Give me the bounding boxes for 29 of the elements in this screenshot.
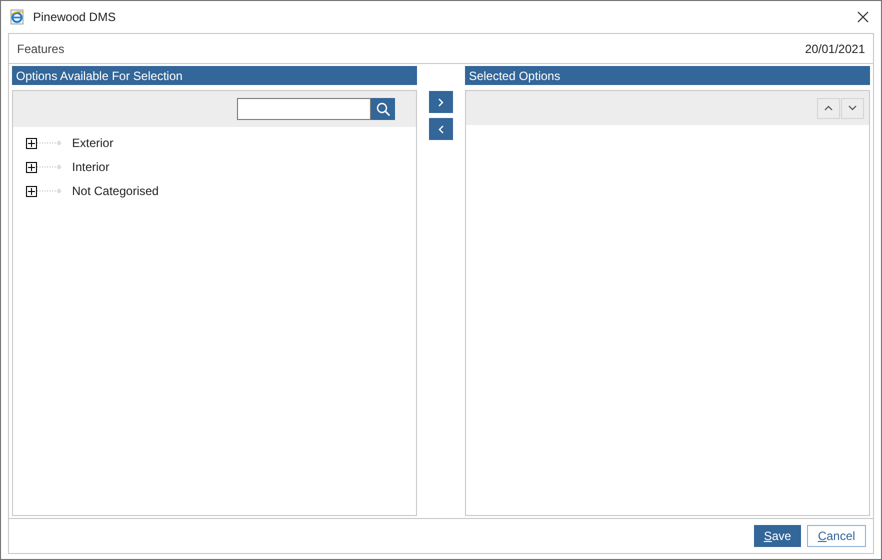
save-button[interactable]: Save — [754, 525, 801, 547]
tree-connector — [37, 140, 63, 146]
tree-item[interactable]: Exterior — [72, 134, 114, 152]
cancel-button[interactable]: Cancel — [807, 525, 866, 547]
search-field[interactable] — [237, 98, 372, 120]
panel-header: Options Available For Selection — [12, 66, 418, 85]
window-title: Pinewood DMS — [33, 9, 117, 26]
move-down-button[interactable] — [841, 98, 864, 118]
tree-item[interactable]: Interior — [72, 158, 110, 176]
move-up-button[interactable] — [817, 98, 840, 118]
expander-icon[interactable] — [26, 186, 37, 196]
expander-icon[interactable] — [26, 138, 37, 148]
search-icon — [376, 102, 391, 116]
chevron-left-icon — [438, 124, 444, 134]
app-icon — [9, 9, 25, 25]
search-button[interactable] — [371, 98, 396, 120]
date-text: 20/01/2021 — [804, 40, 865, 58]
remove-button[interactable] — [429, 118, 453, 140]
add-button[interactable] — [429, 91, 453, 113]
chevron-down-icon — [848, 105, 857, 111]
section-title: Features — [17, 40, 64, 58]
tree-connector — [37, 188, 63, 194]
panel-header: Selected Options — [464, 66, 870, 85]
chevron-up-icon — [824, 105, 833, 111]
tree-item[interactable]: Not Categorised — [72, 182, 159, 200]
tree-connector — [37, 164, 63, 170]
chevron-right-icon — [438, 98, 444, 106]
expander-icon[interactable] — [26, 162, 37, 172]
close-icon[interactable] — [857, 11, 869, 23]
